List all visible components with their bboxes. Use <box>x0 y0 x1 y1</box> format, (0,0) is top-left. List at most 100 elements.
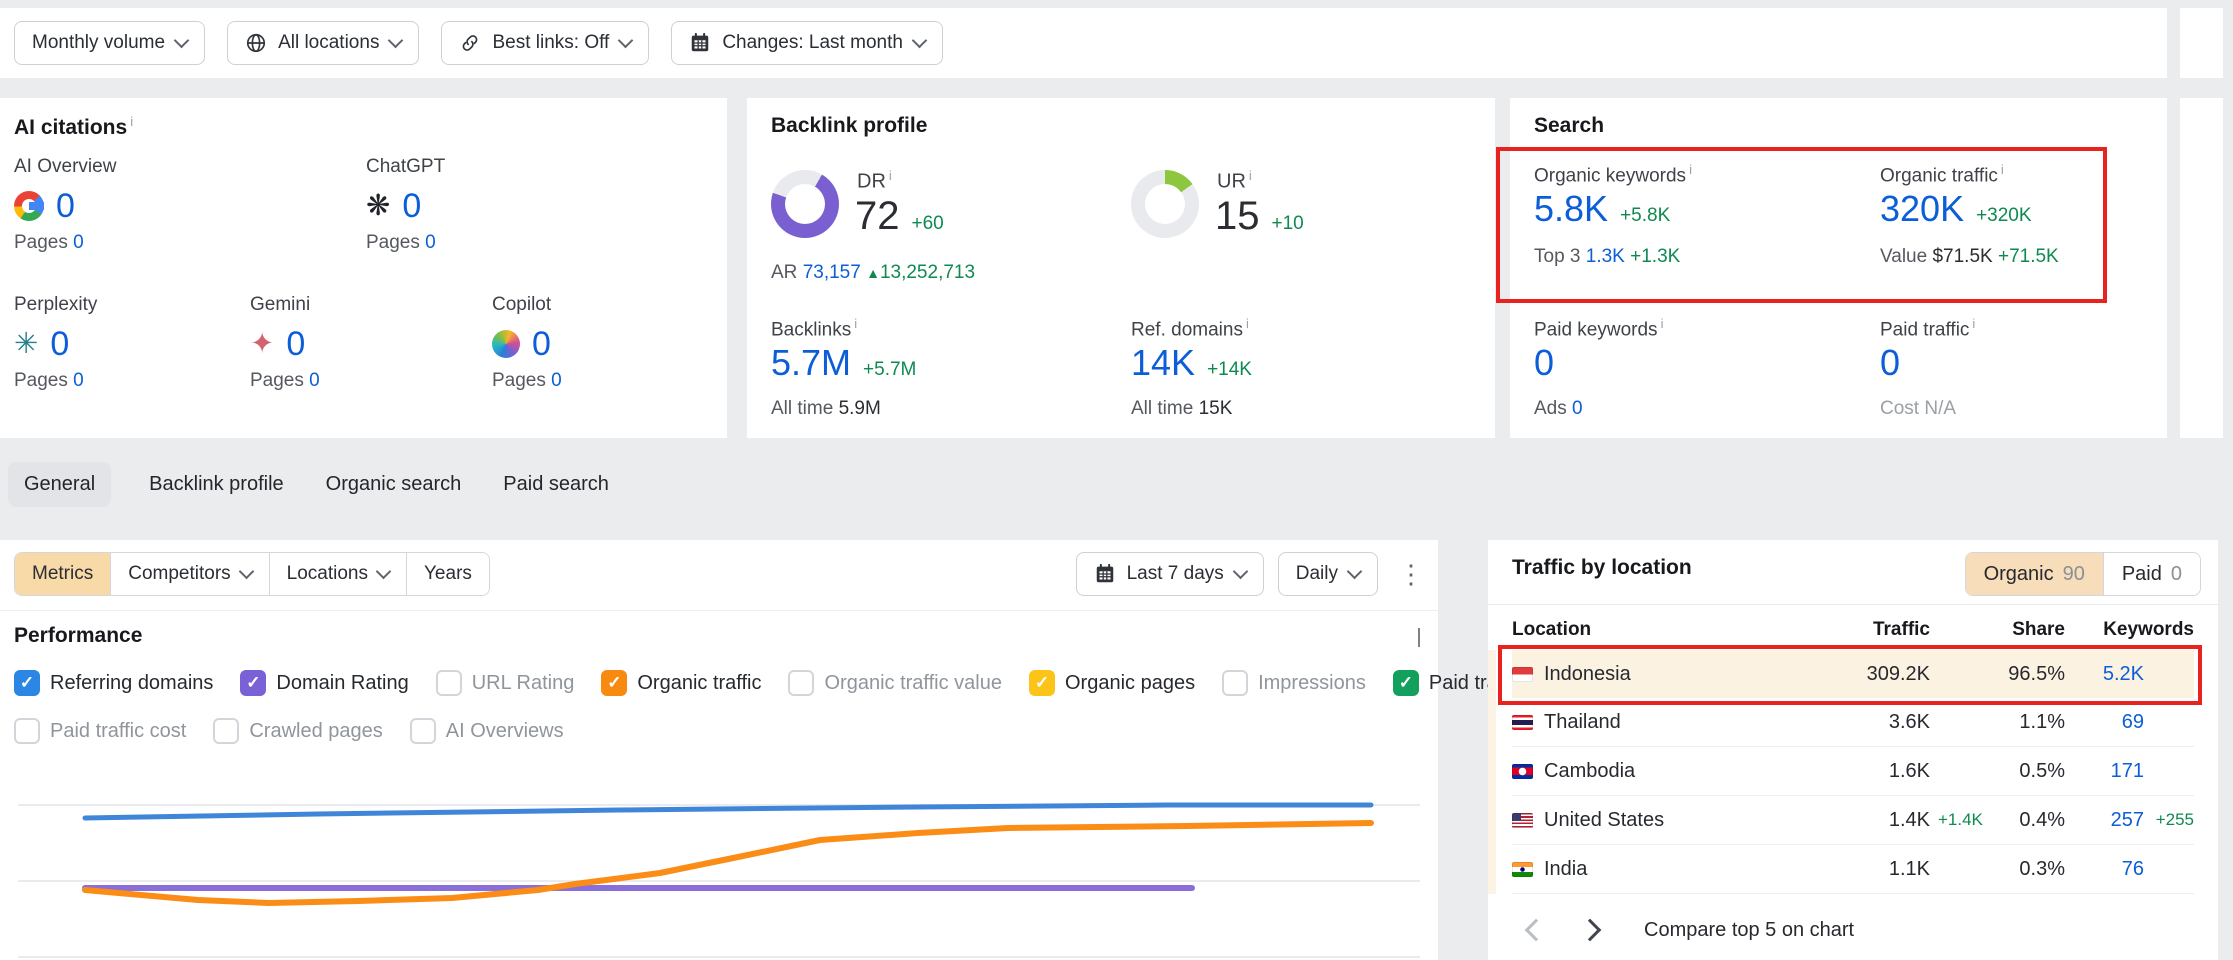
checkbox-box[interactable] <box>213 718 239 744</box>
pages-count-link[interactable]: 0 <box>551 370 562 391</box>
checkbox-box[interactable] <box>1029 670 1055 696</box>
info-icon[interactable]: i <box>1689 162 1692 177</box>
tab-organic-search[interactable]: Organic search <box>322 462 466 507</box>
united-states-flag-icon <box>1512 813 1533 828</box>
chatgpt-count[interactable]: 0 <box>402 187 421 226</box>
previous-page-icon[interactable] <box>1525 919 1548 942</box>
checkbox-referring-domains[interactable]: Referring domains <box>14 670 213 696</box>
info-icon[interactable]: i <box>1661 316 1664 331</box>
checkbox-box[interactable] <box>1222 670 1248 696</box>
checkbox-box[interactable] <box>14 670 40 696</box>
locations-dropdown[interactable]: All locations <box>227 21 419 65</box>
info-icon[interactable]: i <box>130 114 133 129</box>
backlink-profile-card: Backlink profile DRi 72+60 AR 73,157 ▲13… <box>747 98 1495 438</box>
indonesia-flag-icon <box>1512 667 1533 682</box>
paid-keywords-value[interactable]: 0 <box>1534 342 1554 383</box>
segment-metrics[interactable]: Metrics <box>15 553 110 595</box>
keywords-link[interactable]: 76 <box>2065 858 2194 881</box>
organic-keywords-value[interactable]: 5.8K <box>1534 188 1608 230</box>
toggle-organic[interactable]: Organic90 <box>1966 553 2103 595</box>
info-icon[interactable]: i <box>854 316 857 331</box>
segment-years[interactable]: Years <box>406 553 489 595</box>
checkbox-box[interactable] <box>410 718 436 744</box>
granularity-dropdown[interactable]: Daily <box>1278 552 1378 596</box>
checkbox-box[interactable] <box>601 670 627 696</box>
copilot-count[interactable]: 0 <box>532 325 551 364</box>
checkbox-ai-overviews[interactable]: AI Overviews <box>410 718 564 744</box>
info-icon[interactable]: i <box>1246 316 1249 331</box>
volume-mode-dropdown[interactable]: Monthly volume <box>14 21 205 65</box>
organic-traffic-value[interactable]: 320K <box>1880 188 1964 230</box>
ai-overview-count[interactable]: 0 <box>56 187 75 226</box>
search-card: Search Organic keywordsi 5.8K+5.8K Top 3… <box>1510 98 2167 438</box>
engine-perplexity: Perplexity ✳0 Pages 0 <box>14 294 97 392</box>
info-icon[interactable]: i <box>1249 168 1252 183</box>
checkbox-organic-traffic-value[interactable]: Organic traffic value <box>788 670 1002 696</box>
info-icon[interactable]: i <box>1972 316 1975 331</box>
segment-competitors[interactable]: Competitors <box>110 553 268 595</box>
changes-dropdown[interactable]: Changes: Last month <box>671 21 943 65</box>
keywords-link[interactable]: 5.2K <box>2065 663 2194 686</box>
info-icon[interactable]: i <box>889 168 892 183</box>
checkbox-impressions[interactable]: Impressions <box>1222 670 1366 696</box>
checkbox-box[interactable] <box>436 670 462 696</box>
next-page-icon[interactable] <box>1579 919 1602 942</box>
collapse-section-button[interactable] <box>1418 628 1420 646</box>
checkbox-crawled-pages[interactable]: Crawled pages <box>213 718 382 744</box>
table-row-cambodia[interactable]: Cambodia 1.6K 0.5% 171 <box>1512 747 2194 796</box>
pages-count-link[interactable]: 0 <box>425 232 436 253</box>
keywords-link[interactable]: 171 <box>2065 760 2194 783</box>
ref-domains-value[interactable]: 14K <box>1131 342 1195 384</box>
pages-count-link[interactable]: 0 <box>73 232 84 253</box>
gemini-count[interactable]: 0 <box>286 325 305 364</box>
location-table: Location Traffic Share Keywords Indonesi… <box>1512 610 2194 894</box>
checkbox-box[interactable] <box>14 718 40 744</box>
col-location[interactable]: Location <box>1512 619 1770 641</box>
table-row-indonesia[interactable]: Indonesia 309.2K 96.5% 5.2K <box>1512 650 2194 698</box>
search-title: Search <box>1534 114 1604 138</box>
calendar-icon <box>1094 563 1116 585</box>
table-row-united-states[interactable]: United States 1.4K+1.4K 0.4% 257+255 <box>1512 796 2194 845</box>
segment-locations[interactable]: Locations <box>269 553 406 595</box>
top3-link[interactable]: 1.3K <box>1586 246 1625 267</box>
backlinks-value[interactable]: 5.7M <box>771 342 851 384</box>
paid-traffic-value[interactable]: 0 <box>1880 342 1900 383</box>
more-options-kebab-icon[interactable]: ⋮ <box>1392 553 1430 595</box>
keywords-link[interactable]: 257+255 <box>2065 809 2194 832</box>
checkbox-domain-rating[interactable]: Domain Rating <box>240 670 408 696</box>
col-keywords[interactable]: Keywords <box>2065 619 2194 641</box>
checkbox-box[interactable] <box>1393 670 1419 696</box>
chevron-down-icon <box>174 33 190 49</box>
toggle-paid[interactable]: Paid0 <box>2103 553 2200 595</box>
dashboard: Monthly volume All locations Best links:… <box>0 0 2233 960</box>
checkbox-organic-pages[interactable]: Organic pages <box>1029 670 1195 696</box>
chevron-up-icon <box>1418 628 1420 647</box>
table-header: Location Traffic Share Keywords <box>1512 610 2194 650</box>
ar-value-link[interactable]: 73,157 <box>803 262 861 283</box>
volume-mode-label: Monthly volume <box>32 32 165 54</box>
tab-backlink-profile[interactable]: Backlink profile <box>145 462 288 507</box>
table-row-thailand[interactable]: Thailand 3.6K 1.1% 69 <box>1512 698 2194 747</box>
table-row-india[interactable]: India 1.1K 0.3% 76 <box>1512 845 2194 894</box>
ads-count-link[interactable]: 0 <box>1572 398 1583 419</box>
perplexity-count[interactable]: 0 <box>50 325 69 364</box>
pages-count-link[interactable]: 0 <box>73 370 84 391</box>
info-icon[interactable]: i <box>2001 162 2004 177</box>
checkbox-organic-traffic[interactable]: Organic traffic <box>601 670 761 696</box>
keywords-link[interactable]: 69 <box>2065 711 2194 734</box>
performance-chart[interactable] <box>18 760 1420 960</box>
checkbox-box[interactable] <box>788 670 814 696</box>
tab-paid-search[interactable]: Paid search <box>499 462 613 507</box>
date-range-dropdown[interactable]: Last 7 days <box>1076 552 1264 596</box>
checkbox-paid-traffic-cost[interactable]: Paid traffic cost <box>14 718 186 744</box>
best-links-dropdown[interactable]: Best links: Off <box>441 21 649 65</box>
table-footer: Compare top 5 on chart <box>1512 908 1854 952</box>
ai-citations-title: AI citationsi <box>14 114 133 140</box>
backlinks-delta: +5.7M <box>863 359 916 381</box>
checkbox-url-rating[interactable]: URL Rating <box>436 670 575 696</box>
col-traffic[interactable]: Traffic <box>1770 619 1930 641</box>
pages-count-link[interactable]: 0 <box>309 370 320 391</box>
col-share[interactable]: Share <box>1930 619 2065 641</box>
checkbox-box[interactable] <box>240 670 266 696</box>
tab-general[interactable]: General <box>8 462 111 507</box>
